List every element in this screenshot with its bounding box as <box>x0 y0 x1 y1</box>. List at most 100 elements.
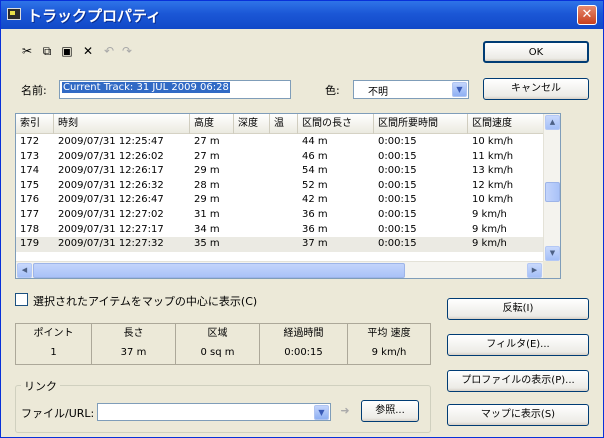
table-cell <box>270 135 298 150</box>
show-profile-button[interactable]: プロファイルの表示(P)... <box>447 370 589 392</box>
table-cell: 27 m <box>194 150 220 162</box>
chevron-down-icon[interactable]: ▼ <box>452 82 467 97</box>
undo-icon[interactable]: ↶ <box>101 43 117 59</box>
table-cell: 31 m <box>194 208 220 220</box>
app-icon <box>7 8 21 20</box>
table-cell <box>270 237 298 252</box>
go-arrow-icon[interactable]: ➜ <box>337 403 353 419</box>
table-cell: 29 m <box>194 194 220 206</box>
table-row[interactable]: 176 2009/07/31 12:26:47 29 m 42 m 0:00:15 10 … <box>16 193 544 208</box>
stat-area: 区域 0 sq m <box>176 324 260 364</box>
stat-header: 平均 速度 <box>367 328 411 339</box>
table-cell <box>234 208 270 223</box>
stat-length: 長さ 37 m <box>92 324 176 364</box>
redo-icon[interactable]: ↷ <box>119 43 135 59</box>
cancel-button[interactable]: キャンセル <box>483 78 589 100</box>
close-icon: ✕ <box>581 7 593 22</box>
name-field[interactable]: Current Track: 31 JUL 2009 06:28 <box>59 80 291 99</box>
stat-value: 37 m <box>120 347 147 358</box>
filter-button[interactable]: フィルタ(E)... <box>447 334 589 356</box>
scissors-icon[interactable]: ✂ <box>19 43 35 59</box>
x-icon[interactable]: ✕ <box>80 43 96 59</box>
stat-header: 長さ <box>123 328 144 339</box>
paste-icon[interactable]: ▣ <box>59 43 75 59</box>
name-label: 名前: <box>21 84 47 97</box>
stat-points: ポイント 1 <box>16 324 92 364</box>
table-row[interactable]: 172 2009/07/31 12:25:47 27 m 44 m 0:00:15 10 … <box>16 135 544 150</box>
table-cell: 2009/07/31 12:27:32 <box>58 238 164 250</box>
track-points-table[interactable]: 索引 時刻 高度 深度 温 区間の長さ 区間所要時間 区間速度 172 2009/… <box>15 113 561 279</box>
table-cell: 46 m <box>302 150 328 162</box>
copy-icon[interactable]: ⧉ <box>39 43 55 59</box>
table-cell <box>234 223 270 238</box>
color-value: 不明 <box>368 87 388 98</box>
table-cell: 12 km/h <box>472 179 514 191</box>
vertical-scrollbar[interactable]: ▲ ▼ <box>543 114 560 262</box>
stat-value: 1 <box>50 347 57 358</box>
table-cell: 2009/07/31 12:26:02 <box>58 150 164 162</box>
table-cell: 36 m <box>302 208 328 220</box>
column-header[interactable]: 高度 <box>190 114 234 134</box>
table-cell <box>234 135 270 150</box>
chevron-right-icon[interactable]: ▶ <box>527 263 542 278</box>
table-cell <box>234 237 270 252</box>
column-header[interactable]: 深度 <box>234 114 270 134</box>
table-cell: 2009/07/31 12:27:02 <box>58 208 164 220</box>
browse-button[interactable]: 参照... <box>361 400 419 422</box>
table-row[interactable]: 179 2009/07/31 12:27:32 35 m 37 m 0:00:15 9 k… <box>16 237 544 252</box>
table-cell <box>234 193 270 208</box>
table-cell: 2009/07/31 12:27:17 <box>58 223 164 235</box>
column-header[interactable]: 区間の長さ <box>298 114 374 134</box>
chevron-down-icon[interactable]: ▼ <box>314 405 329 420</box>
color-label: 色: <box>325 84 340 97</box>
column-header[interactable]: 時刻 <box>54 114 190 134</box>
table-cell: 172 <box>20 136 40 147</box>
scroll-corner <box>543 261 560 278</box>
center-on-map-checkbox[interactable] <box>15 293 28 306</box>
reverse-button[interactable]: 反転(I) <box>447 298 589 320</box>
table-row[interactable]: 174 2009/07/31 12:26:17 29 m 54 m 0:00:15 13 … <box>16 164 544 179</box>
chevron-left-icon[interactable]: ◀ <box>17 263 32 278</box>
table-cell <box>234 150 270 165</box>
chevron-down-icon[interactable]: ▼ <box>545 246 560 261</box>
color-select[interactable]: 不明 ▼ <box>353 80 469 99</box>
horizontal-scrollbar[interactable]: ◀ ▶ <box>16 261 544 278</box>
center-on-map-label[interactable]: 選択されたアイテムをマップの中心に表示(C) <box>33 293 257 309</box>
stat-elapsed: 経過時間 0:00:15 <box>260 324 348 364</box>
table-cell: 178 <box>20 223 40 235</box>
table-cell <box>270 208 298 223</box>
column-header[interactable]: 区間速度 <box>468 114 544 134</box>
table-row[interactable]: 173 2009/07/31 12:26:02 27 m 46 m 0:00:15 11 … <box>16 150 544 165</box>
show-on-map-button[interactable]: マップに表示(S) <box>447 404 589 426</box>
table-cell: 173 <box>20 150 40 162</box>
track-stats-panel: ポイント 1 長さ 37 m 区域 0 sq m 経過時間 0:00:15 平均… <box>15 323 431 365</box>
chevron-up-icon[interactable]: ▲ <box>545 115 560 130</box>
table-cell: 42 m <box>302 194 328 206</box>
table-cell: 0:00:15 <box>378 194 417 206</box>
table-cell: 29 m <box>194 165 220 177</box>
table-row[interactable]: 178 2009/07/31 12:27:17 34 m 36 m 0:00:15 9 k… <box>16 223 544 238</box>
table-cell <box>270 164 298 179</box>
table-cell: 179 <box>20 238 40 250</box>
stat-value: 0:00:15 <box>284 347 323 358</box>
url-input[interactable]: ▼ <box>97 403 331 421</box>
scroll-thumb[interactable] <box>545 182 560 202</box>
scroll-thumb[interactable] <box>33 263 405 278</box>
table-cell: 28 m <box>194 179 220 191</box>
stat-header: 区域 <box>207 328 228 339</box>
ok-button[interactable]: OK <box>483 41 589 63</box>
table-row[interactable]: 177 2009/07/31 12:27:02 31 m 36 m 0:00:15 9 k… <box>16 208 544 223</box>
close-button[interactable]: ✕ <box>577 5 597 25</box>
table-cell: 0:00:15 <box>378 208 417 220</box>
table-cell: 44 m <box>302 136 328 147</box>
column-header[interactable]: 区間所要時間 <box>374 114 468 134</box>
column-header[interactable]: 温 <box>270 114 298 134</box>
column-header[interactable]: 索引 <box>16 114 54 134</box>
title-bar[interactable]: トラックプロパティ ✕ <box>1 1 603 29</box>
table-row[interactable]: 175 2009/07/31 12:26:32 28 m 52 m 0:00:15 12 … <box>16 179 544 194</box>
table-cell: 37 m <box>302 238 328 250</box>
stat-avg-speed: 平均 速度 9 km/h <box>348 324 430 364</box>
url-label: ファイル/URL: <box>21 407 95 420</box>
table-cell <box>234 179 270 194</box>
table-cell <box>270 193 298 208</box>
